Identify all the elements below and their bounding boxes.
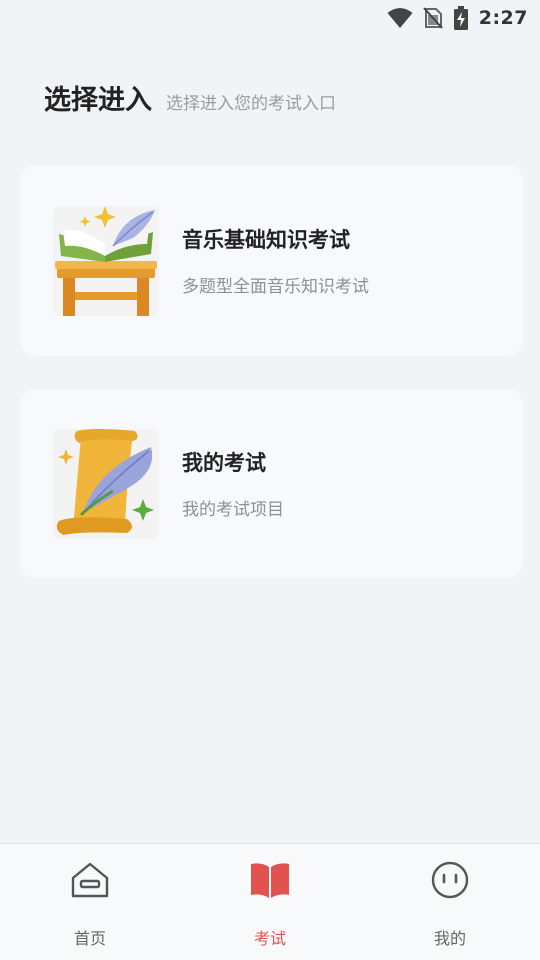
no-sim-icon	[422, 7, 443, 29]
status-time: 2:27	[478, 7, 528, 29]
card-text-group: 音乐基础知识考试 多题型全面音乐知识考试	[182, 224, 369, 297]
music-basics-exam-card[interactable]: 音乐基础知识考试 多题型全面音乐知识考试	[20, 165, 523, 356]
tab-label: 考试	[253, 929, 286, 948]
tab-label: 我的	[433, 929, 466, 948]
page-title: 选择进入	[44, 85, 152, 116]
scroll-with-quill-illustration	[53, 428, 159, 539]
home-icon	[68, 858, 112, 902]
page-subtitle: 选择进入您的考试入口	[166, 94, 336, 114]
card-description: 多题型全面音乐知识考试	[182, 277, 369, 297]
card-title: 我的考试	[182, 451, 266, 475]
wifi-icon	[387, 7, 413, 29]
tab-home[interactable]: 首页	[0, 844, 180, 960]
status-bar: 2:27	[0, 0, 540, 36]
card-title: 音乐基础知识考试	[182, 228, 350, 252]
tab-exam[interactable]: 考试	[180, 844, 360, 960]
open-book-with-quill-illustration	[53, 205, 159, 316]
bottom-tab-bar: 首页 考试 我的	[0, 843, 540, 960]
my-exams-card[interactable]: 我的考试 我的考试项目	[20, 389, 523, 578]
page-header: 选择进入 选择进入您的考试入口	[44, 78, 336, 117]
card-text-group: 我的考试 我的考试项目	[182, 447, 284, 520]
card-description: 我的考试项目	[182, 500, 284, 520]
book-icon	[248, 858, 292, 902]
battery-charging-icon	[453, 6, 469, 30]
tab-mine[interactable]: 我的	[360, 844, 540, 960]
tab-label: 首页	[73, 929, 106, 948]
face-icon	[428, 858, 472, 902]
